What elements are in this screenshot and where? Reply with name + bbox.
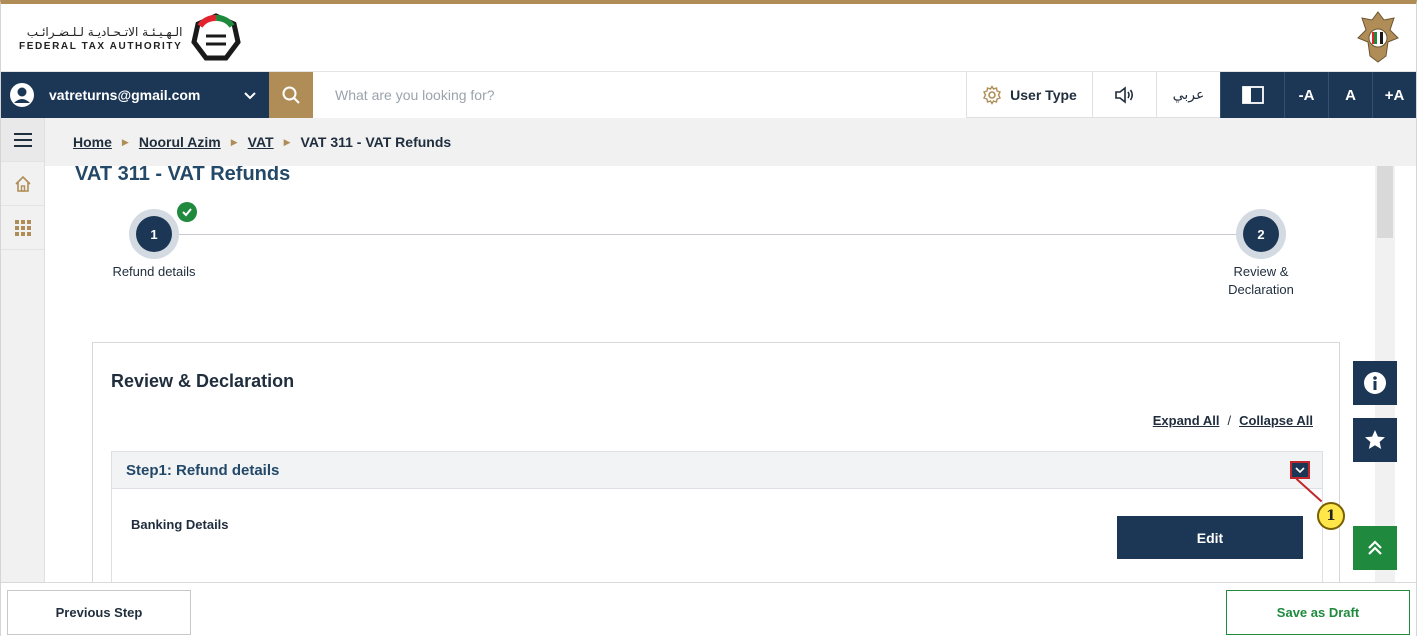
arabic-language-button[interactable]: عربي bbox=[1156, 72, 1220, 118]
step-1-number: 1 bbox=[136, 216, 172, 252]
step-2-indicator[interactable]: 2 bbox=[1236, 209, 1286, 259]
breadcrumb-current: VAT 311 - VAT Refunds bbox=[300, 134, 452, 150]
stepper-line bbox=[153, 234, 1261, 235]
user-email: vatreturns@gmail.com bbox=[49, 87, 201, 103]
favorite-button[interactable] bbox=[1353, 418, 1397, 462]
user-type-label: User Type bbox=[1010, 87, 1077, 103]
accordion-step1-header[interactable]: Step1: Refund details bbox=[111, 451, 1323, 489]
app-frame: الـهـيـئـة الاتـحـاديـة لـلـضـرائـب FEDE… bbox=[0, 0, 1417, 636]
review-section-title: Review & Declaration bbox=[111, 371, 295, 391]
menu-toggle[interactable] bbox=[1, 118, 44, 162]
expand-all-link[interactable]: Expand All bbox=[1153, 413, 1220, 428]
double-chevron-up-icon bbox=[1368, 540, 1382, 555]
logo-english-text: FEDERAL TAX AUTHORITY bbox=[19, 40, 183, 52]
site-header: الـهـيـئـة الاتـحـاديـة لـلـضـرائـب FEDE… bbox=[1, 4, 1416, 72]
star-icon bbox=[1365, 430, 1385, 449]
hamburger-menu-icon bbox=[13, 132, 32, 147]
accordion-step1-title: Step1: Refund details bbox=[126, 461, 280, 479]
info-icon bbox=[1364, 372, 1386, 394]
breadcrumb-separator-icon: ▶ bbox=[121, 136, 129, 147]
info-button[interactable] bbox=[1353, 361, 1397, 405]
gear-icon bbox=[983, 85, 1002, 105]
search-button[interactable] bbox=[269, 72, 313, 118]
user-account-menu[interactable]: vatreturns@gmail.com bbox=[1, 72, 269, 118]
step-1-indicator[interactable]: 1 bbox=[129, 209, 179, 259]
sidebar-item-apps[interactable] bbox=[1, 206, 44, 250]
font-normal-button[interactable]: A bbox=[1328, 72, 1372, 118]
contrast-icon bbox=[1241, 86, 1264, 104]
breadcrumb: Home ▶ Noorul Azim ▶ VAT ▶ VAT 311 - VAT… bbox=[45, 118, 1416, 166]
top-toolbar: vatreturns@gmail.com User Type bbox=[1, 72, 1416, 118]
home-icon bbox=[14, 175, 31, 192]
step-2-label-line1: Review & bbox=[1233, 264, 1289, 279]
page-title: VAT 311 - VAT Refunds bbox=[75, 166, 291, 185]
step-1-label: Refund details bbox=[112, 264, 196, 279]
font-increase-button[interactable]: +A bbox=[1372, 72, 1416, 118]
banking-details-label: Banking Details bbox=[131, 517, 229, 532]
scroll-to-top-button[interactable] bbox=[1353, 526, 1397, 570]
breadcrumb-separator-icon: ▶ bbox=[283, 136, 291, 147]
contrast-toggle-button[interactable] bbox=[1220, 72, 1284, 118]
edit-button[interactable]: Edit bbox=[1117, 516, 1303, 559]
previous-step-button[interactable]: Previous Step bbox=[7, 590, 191, 635]
breadcrumb-separator-icon: ▶ bbox=[230, 136, 238, 147]
speaker-icon bbox=[1114, 86, 1133, 104]
step-2-number: 2 bbox=[1243, 216, 1279, 252]
collapse-all-link[interactable]: Collapse All bbox=[1239, 413, 1313, 428]
chevron-down-icon bbox=[1295, 467, 1305, 474]
uae-emblem-icon bbox=[1357, 11, 1399, 63]
sidebar-item-home[interactable] bbox=[1, 162, 44, 206]
grid-apps-icon bbox=[14, 219, 31, 236]
user-type-button[interactable]: User Type bbox=[966, 72, 1092, 118]
check-icon bbox=[177, 202, 197, 222]
save-as-draft-button[interactable]: Save as Draft bbox=[1226, 590, 1410, 635]
chevron-down-icon[interactable] bbox=[243, 88, 257, 102]
expand-collapse-controls: Expand All / Collapse All bbox=[1153, 413, 1313, 428]
form-footer: Previous Step Save as Draft bbox=[1, 582, 1416, 636]
search-input[interactable] bbox=[313, 72, 966, 118]
search-icon bbox=[282, 86, 300, 104]
font-decrease-button[interactable]: -A bbox=[1284, 72, 1328, 118]
text-to-speech-button[interactable] bbox=[1092, 72, 1156, 118]
breadcrumb-vat[interactable]: VAT bbox=[248, 134, 274, 150]
breadcrumb-account[interactable]: Noorul Azim bbox=[139, 134, 221, 150]
logo-arabic-text: الـهـيـئـة الاتـحـاديـة لـلـضـرائـب bbox=[26, 24, 183, 39]
fta-logo-mark-icon bbox=[191, 13, 242, 61]
left-sidebar bbox=[1, 118, 45, 582]
scrollbar-thumb[interactable] bbox=[1377, 166, 1393, 238]
accordion-toggle-button[interactable] bbox=[1290, 461, 1310, 479]
breadcrumb-home[interactable]: Home bbox=[73, 134, 112, 150]
fta-logo[interactable]: الـهـيـئـة الاتـحـاديـة لـلـضـرائـب FEDE… bbox=[19, 10, 242, 66]
user-avatar-icon bbox=[10, 83, 34, 107]
expand-collapse-separator: / bbox=[1227, 413, 1232, 428]
step-2-label-line2: Declaration bbox=[1228, 282, 1294, 297]
annotation-badge: 1 bbox=[1317, 502, 1345, 530]
step-2-label: Review & Declaration bbox=[1211, 263, 1311, 299]
